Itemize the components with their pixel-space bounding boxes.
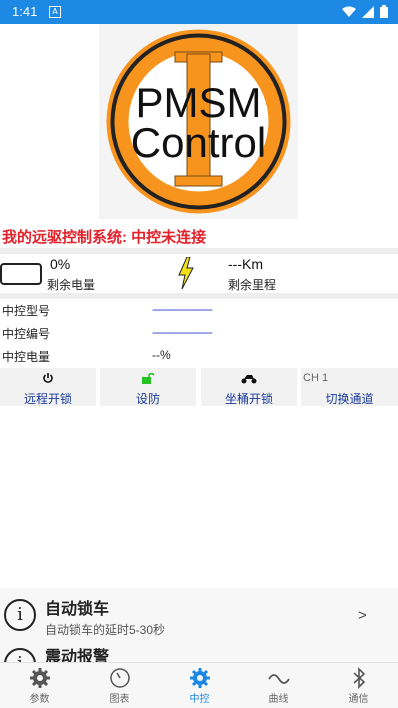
wifi-icon [342,6,356,17]
button-label: 远程开锁 [23,392,72,406]
info-row-battery: 中控电量 --% [0,345,398,367]
switch-channel-button[interactable]: CH 1 切换通道 [301,368,398,406]
info-label: 中控型号 [2,304,51,318]
chevron-right-icon: > [358,607,367,624]
battery-status-icon [380,5,388,18]
gauge-icon [80,667,159,689]
seat-unlock-button[interactable]: 坐桶开锁 [201,368,297,406]
nav-comms[interactable]: 通信 [319,663,398,708]
info-value: -------------------- [152,325,213,339]
nav-label: 曲线 [268,694,289,705]
nav-params[interactable]: 参数 [0,663,79,708]
channel-indicator: CH 1 [303,372,329,384]
logo-text-control: Control [130,119,267,166]
info-label: 中控电量 [2,350,51,364]
info-row-serial: 中控编号 -------------------- [0,322,398,344]
vibration-alarm-item[interactable]: i 震动报警 [0,642,398,662]
nav-charts[interactable]: 图表 [80,663,159,708]
list-item-title: 自动锁车 [45,601,110,618]
button-label: 坐桶开锁 [224,392,273,406]
gear-icon [160,667,239,689]
wave-icon [239,667,318,689]
scooter-icon [201,372,297,386]
auto-lock-item[interactable]: i 自动锁车 自动锁车的延时5-30秒 > [0,592,398,644]
arm-button[interactable]: 设防 [100,368,196,406]
signal-icon [362,5,374,18]
info-icon: i [4,599,36,631]
range-value: ---Km [228,256,263,272]
connection-title: 我的远驱控制系统: 中控未连接 [2,229,207,246]
divider [0,248,398,254]
info-value: -------------------- [152,302,213,316]
lightning-icon [178,257,194,289]
power-icon [0,372,96,386]
status-icons [342,5,388,18]
unlock-icon [100,372,196,386]
gear-icon [0,667,79,689]
battery-value: 0% [50,256,71,272]
list-item-subtitle: 自动锁车的延时5-30秒 [45,623,166,637]
bottom-nav: 参数 图表 中控 曲线 通信 [0,662,398,708]
battery-outline-icon [0,263,42,285]
info-label: 中控编号 [2,327,51,341]
nav-label: 通信 [348,694,369,705]
status-time: 1:41 [12,4,38,19]
nav-label: 图表 [109,694,130,705]
nav-curves[interactable]: 曲线 [239,663,318,708]
status-bar: 1:41 A [0,0,398,24]
info-row-model: 中控型号 -------------------- [0,299,398,321]
button-label: 切换通道 [325,392,374,406]
nav-controller[interactable]: 中控 [160,663,239,708]
list-item-title: 震动报警 [45,649,110,662]
battery-label: 剩余电量 [47,278,96,292]
bluetooth-icon [319,667,398,689]
pmsm-logo: PMSM Control [99,24,298,219]
button-label: 设防 [135,392,160,406]
nav-label: 参数 [29,694,50,705]
range-label: 剩余里程 [228,278,277,292]
notification-icon: A [49,6,61,18]
remote-unlock-button[interactable]: 远程开锁 [0,368,96,406]
nav-label: 中控 [189,694,210,705]
info-value: --% [152,348,171,362]
info-icon: i [4,648,36,662]
